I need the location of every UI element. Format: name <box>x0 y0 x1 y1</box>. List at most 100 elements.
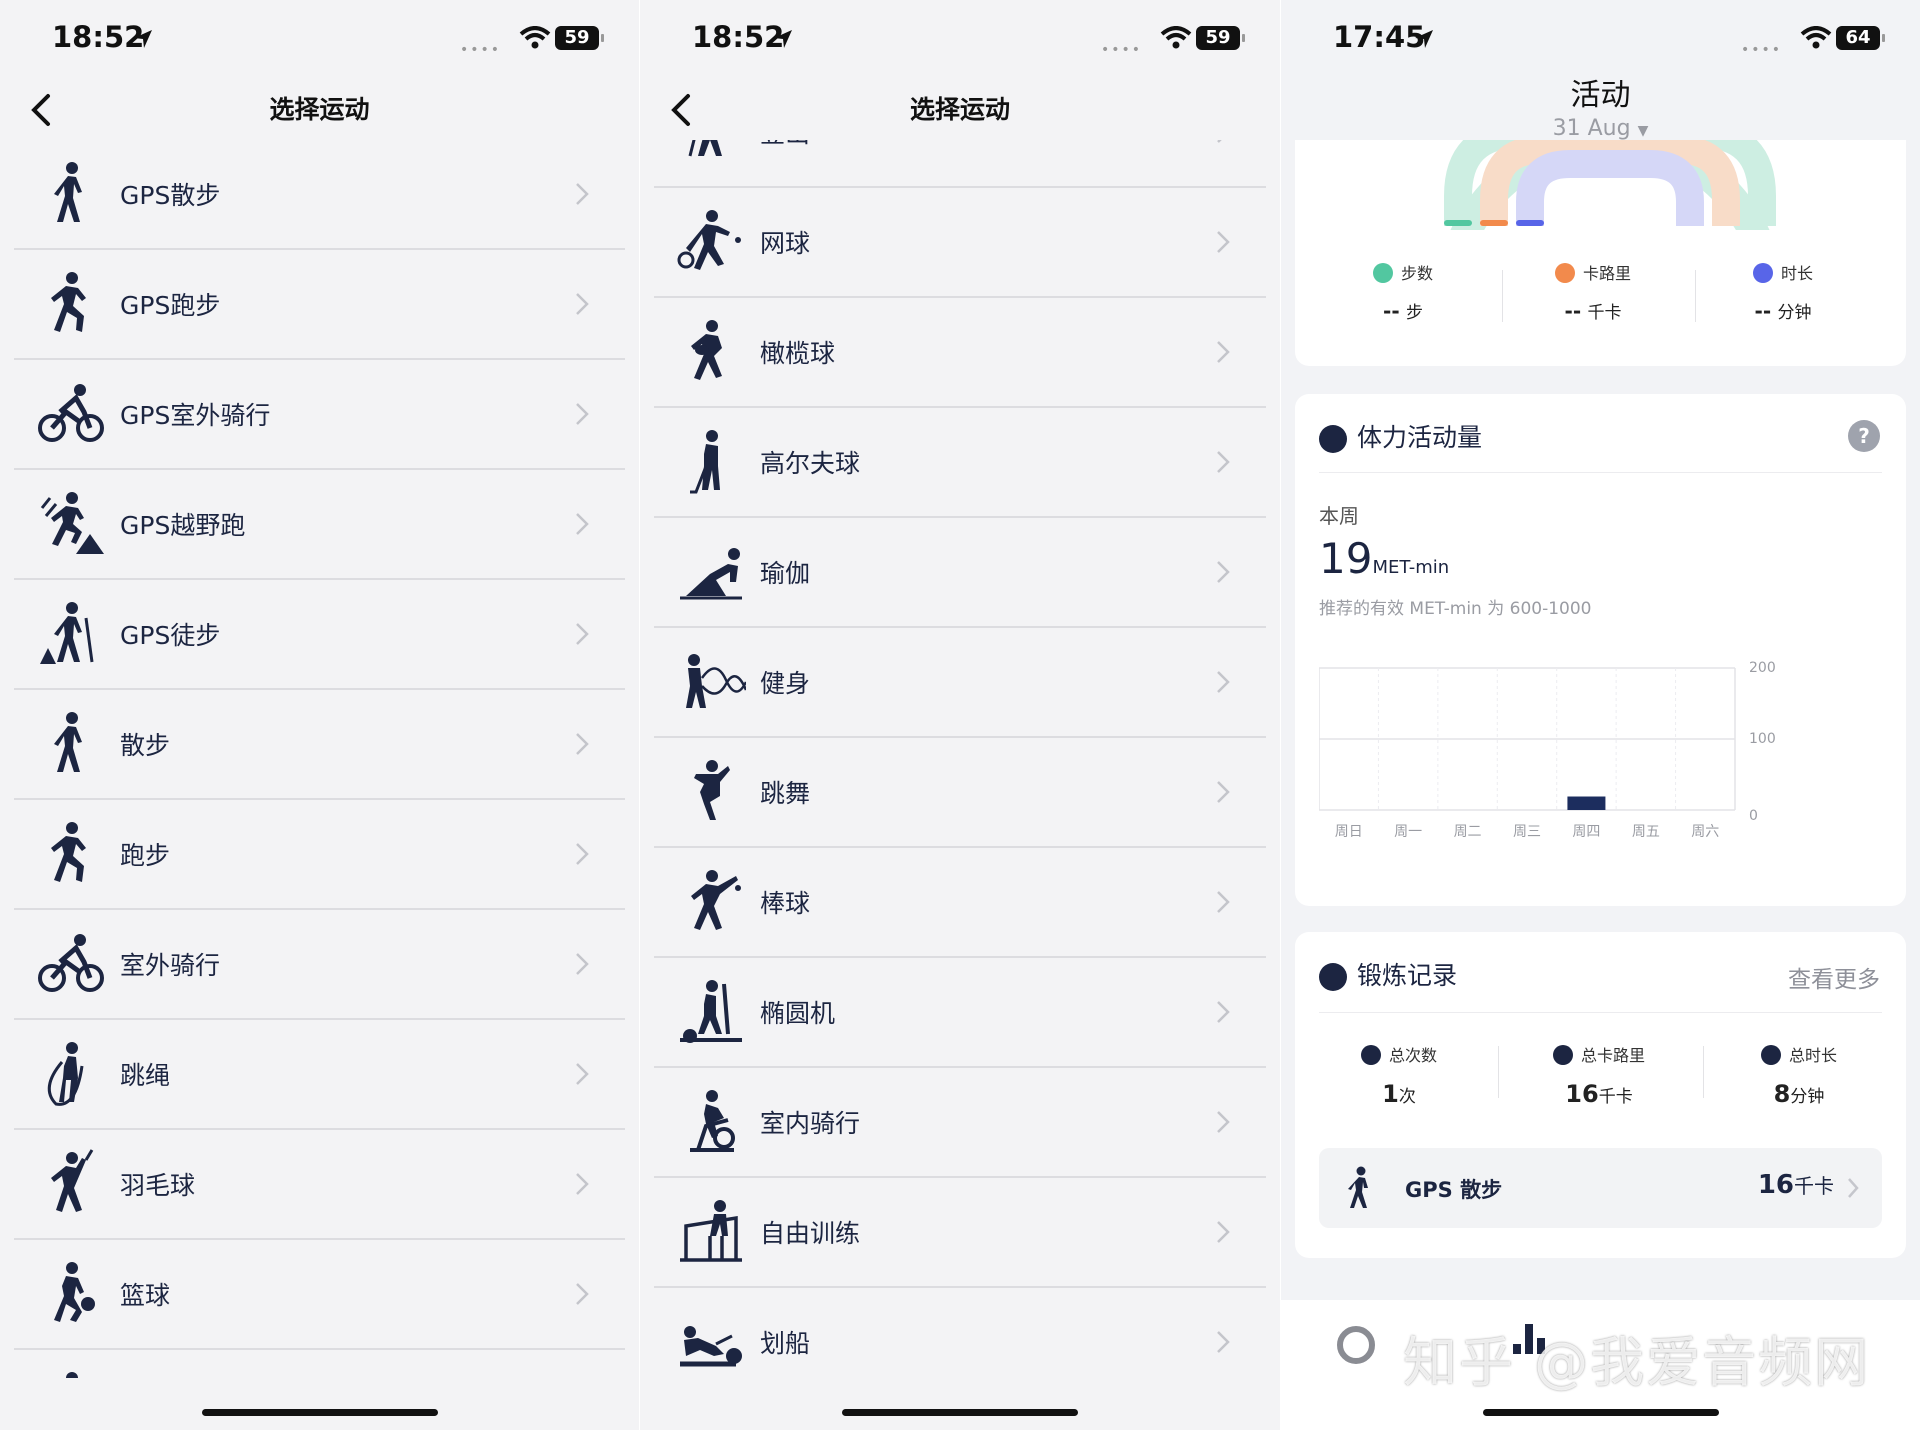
met-number: 19 <box>1319 534 1373 583</box>
battery-icon: 64 <box>1836 26 1885 50</box>
summary-card: 步数 -- 步卡路里 -- 千卡 时长 -- 分钟 <box>1295 140 1906 366</box>
sport-item[interactable]: 羽毛球 <box>14 1130 625 1240</box>
page-title: 活动 <box>1570 78 1631 113</box>
sport-item[interactable]: 登山 <box>654 140 1266 188</box>
walk-icon <box>1348 1166 1368 1208</box>
status-time: 18:52 <box>692 20 785 54</box>
sport-item[interactable]: 足球 <box>14 1350 625 1378</box>
sport-label: 自由训练 <box>760 1219 861 1248</box>
chevron-right-icon <box>1217 781 1230 803</box>
y-tick-label: 100 <box>1749 731 1776 747</box>
sport-item[interactable]: GPS散步 <box>14 140 625 250</box>
sport-list: 登山网球橄榄球高尔夫球瑜伽健身跳舞棒球椭圆机室内骑行自由训练划船 <box>654 140 1266 1378</box>
fitness-icon <box>686 654 746 708</box>
chevron-right-icon <box>1217 231 1230 253</box>
wifi-icon <box>1800 26 1832 49</box>
home-indicator[interactable] <box>201 1409 438 1416</box>
page-title: 选择运动 <box>909 95 1010 124</box>
stat-value: 8 <box>1773 1080 1791 1108</box>
metric-value: -- <box>1754 299 1772 323</box>
sport-item[interactable]: 高尔夫球 <box>654 408 1266 518</box>
sport-item[interactable]: 棒球 <box>654 848 1266 958</box>
home-indicator[interactable] <box>842 1409 1078 1416</box>
tab-ring-icon[interactable] <box>1337 1326 1375 1364</box>
chevron-right-icon <box>1217 1001 1230 1023</box>
sport-label: 室外骑行 <box>120 951 221 980</box>
sport-item[interactable]: 瑜伽 <box>654 518 1266 628</box>
sport-item[interactable]: 篮球 <box>14 1240 625 1350</box>
metric-value: -- <box>1383 299 1400 323</box>
battery-icon: 59 <box>1196 26 1245 50</box>
status-bar: 18:52 •••• 59 <box>640 0 1280 80</box>
metric-value: -- <box>1564 299 1582 323</box>
sport-item[interactable]: 跳绳 <box>14 1020 625 1130</box>
recommend-text: 推荐的有效 MET-min 为 600-1000 <box>1319 599 1592 619</box>
sport-item[interactable]: 跑步 <box>14 800 625 910</box>
sport-item[interactable]: 自由训练 <box>654 1178 1266 1288</box>
sport-item[interactable]: 椭圆机 <box>654 958 1266 1068</box>
help-icon[interactable]: ? <box>1848 420 1880 452</box>
sport-label: 散步 <box>120 731 171 760</box>
status-bar: 17:45 •••• 64 <box>1281 0 1920 80</box>
workout-label: GPS 散步 <box>1405 1178 1503 1202</box>
sport-item[interactable]: 健身 <box>654 628 1266 738</box>
bar[interactable] <box>1567 796 1606 810</box>
home-indicator[interactable] <box>1482 1409 1719 1416</box>
x-tick-label: 周一 <box>1394 824 1422 840</box>
sport-item[interactable]: 室内骑行 <box>654 1068 1266 1178</box>
chevron-right-icon <box>1217 1331 1230 1353</box>
status-time: 18:52 <box>52 20 145 54</box>
sport-item[interactable]: 散步 <box>14 690 625 800</box>
sport-label: 健身 <box>760 669 811 698</box>
sport-label: 跳舞 <box>760 779 811 808</box>
page-title: 选择运动 <box>269 95 370 124</box>
sport-item[interactable]: 网球 <box>654 188 1266 298</box>
sport-item[interactable]: 跳舞 <box>654 738 1266 848</box>
sport-item[interactable]: GPS徒步 <box>14 580 625 690</box>
workout-entry[interactable]: GPS 散步 16千卡 <box>1319 1148 1882 1228</box>
stat-label: 总卡路里 <box>1580 1046 1645 1065</box>
location-arrow-icon <box>1415 30 1433 48</box>
stat-unit: 千卡 <box>1598 1087 1633 1107</box>
footprints-icon <box>1372 263 1393 283</box>
activity-screen: 17:45 •••• 64 步数 -- 步卡路里 -- 千卡 时长 -- 分钟 活动 3… <box>1281 0 1920 1430</box>
workout-calories: 16千卡 <box>1758 1170 1834 1200</box>
sport-label: GPS越野跑 <box>120 511 246 540</box>
basketball-icon <box>54 1262 95 1322</box>
clock-icon <box>1552 1045 1573 1065</box>
met-bar-chart: 周日 周一 周二 周三 周四 周五 周六 0 100 200 <box>1318 660 1825 840</box>
rugby-icon <box>691 320 722 380</box>
metric-label: 时长 <box>1780 264 1813 283</box>
chevron-right-icon <box>1217 451 1230 473</box>
chevron-right-icon <box>1217 891 1230 913</box>
clock-icon <box>1752 263 1773 283</box>
yoga-icon <box>680 548 742 600</box>
chevron-right-icon <box>1217 341 1230 363</box>
sport-label: 登山 <box>760 140 810 150</box>
chevron-right-icon <box>1217 561 1230 583</box>
record-stat: 总时长 8分钟 <box>1709 1042 1889 1108</box>
sport-item[interactable]: 划船 <box>654 1288 1266 1378</box>
date-selector[interactable]: 31 Aug ▼ <box>1281 116 1920 141</box>
hiking-icon <box>40 602 94 664</box>
workout-calories-value: 16 <box>1757 1170 1794 1200</box>
chevron-right-icon <box>576 403 589 425</box>
chevron-right-icon <box>1217 1221 1230 1243</box>
view-more-link[interactable]: 查看更多 <box>1788 960 1880 994</box>
sport-item[interactable]: 室外骑行 <box>14 910 625 1020</box>
run-icon <box>51 272 86 332</box>
climbing-icon <box>688 140 722 157</box>
signal-icon: •••• <box>1740 42 1782 58</box>
records-icon <box>1319 963 1347 991</box>
status-time: 17:45 <box>1333 20 1426 54</box>
x-tick-label: 周三 <box>1513 824 1541 840</box>
chevron-right-icon <box>1217 671 1230 693</box>
date-label: 31 Aug <box>1552 116 1631 141</box>
workout-calories-unit: 千卡 <box>1794 1174 1834 1198</box>
sport-label: 跳绳 <box>120 1061 171 1090</box>
sport-item[interactable]: GPS越野跑 <box>14 470 625 580</box>
stat-value: 1 <box>1382 1080 1399 1108</box>
sport-item[interactable]: 橄榄球 <box>654 298 1266 408</box>
sport-item[interactable]: GPS跑步 <box>14 250 625 360</box>
sport-item[interactable]: GPS室外骑行 <box>14 360 625 470</box>
